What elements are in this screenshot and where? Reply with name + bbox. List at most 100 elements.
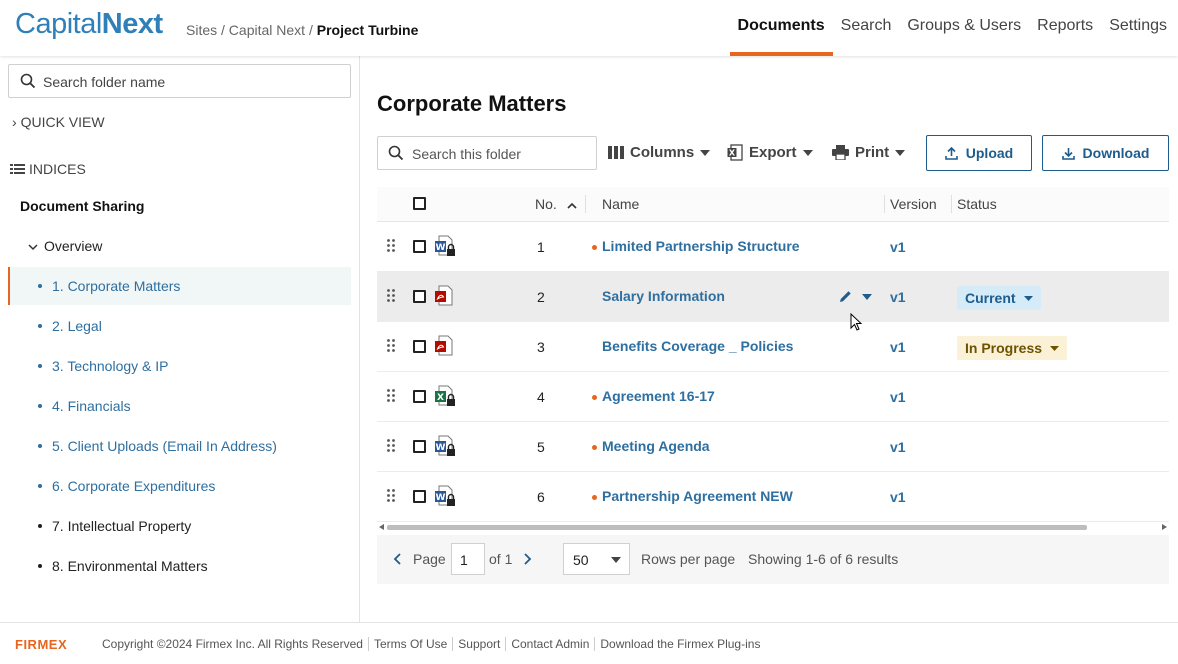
column-divider[interactable] bbox=[585, 195, 586, 213]
nav-groups-users[interactable]: Groups & Users bbox=[899, 0, 1029, 56]
status-dropdown[interactable]: In Progress bbox=[957, 336, 1068, 360]
nav-search[interactable]: Search bbox=[833, 0, 900, 56]
document-name-link[interactable]: Partnership Agreement NEW bbox=[602, 488, 793, 504]
version-link[interactable]: v1 bbox=[890, 239, 906, 255]
scroll-right-icon[interactable] bbox=[1162, 524, 1167, 530]
table-row[interactable]: W 1 Limited Partnership Structure v1 bbox=[377, 222, 1169, 272]
column-divider[interactable] bbox=[951, 195, 952, 213]
document-name-link[interactable]: Benefits Coverage _ Policies bbox=[602, 338, 793, 354]
list-icon bbox=[10, 164, 25, 174]
top-header: CapitalNext Sites / Capital Next / Proje… bbox=[0, 0, 1178, 56]
drag-handle-icon[interactable] bbox=[387, 489, 395, 502]
status-dropdown[interactable]: Current bbox=[957, 286, 1041, 310]
nav-settings[interactable]: Settings bbox=[1101, 0, 1178, 56]
drag-handle-icon[interactable] bbox=[387, 389, 395, 402]
capitalnext-logo[interactable]: CapitalNext bbox=[15, 8, 163, 41]
upload-button[interactable]: Upload bbox=[926, 135, 1032, 171]
folder-contents-search-input[interactable]: Search this folder bbox=[377, 136, 597, 170]
version-link[interactable]: v1 bbox=[890, 389, 906, 405]
column-header-status[interactable]: Status bbox=[957, 196, 997, 212]
document-name-link[interactable]: Meeting Agenda bbox=[602, 438, 710, 454]
overview-folder[interactable]: Overview bbox=[28, 238, 102, 254]
version-link[interactable]: v1 bbox=[890, 339, 906, 355]
row-checkbox[interactable] bbox=[413, 390, 426, 403]
breadcrumb-sites[interactable]: Sites bbox=[186, 22, 217, 38]
new-indicator-dot bbox=[592, 495, 597, 500]
nav-reports[interactable]: Reports bbox=[1029, 0, 1101, 56]
export-dropdown[interactable]: X Export bbox=[727, 144, 813, 161]
horizontal-scrollbar[interactable] bbox=[377, 522, 1169, 532]
quick-view-toggle[interactable]: › QUICK VIEW bbox=[12, 114, 105, 130]
svg-text:W: W bbox=[436, 493, 446, 503]
caret-down-icon bbox=[802, 149, 813, 156]
nav-documents[interactable]: Documents bbox=[729, 0, 833, 56]
sidebar-folder-intellectual-property[interactable]: 7. Intellectual Property bbox=[8, 507, 351, 545]
section-title[interactable]: Document Sharing bbox=[20, 198, 144, 214]
rows-per-page-select[interactable]: 50 bbox=[563, 543, 630, 575]
download-button[interactable]: Download bbox=[1042, 135, 1169, 171]
table-row[interactable]: X 4 Agreement 16-17 v1 bbox=[377, 372, 1169, 422]
page-number-input[interactable]: 1 bbox=[451, 543, 485, 575]
table-row[interactable]: 2 Salary Information v1 Current bbox=[377, 272, 1169, 322]
terms-of-use-link[interactable]: Terms Of Use bbox=[367, 637, 452, 651]
table-row[interactable]: 3 Benefits Coverage _ Policies v1 In Pro… bbox=[377, 322, 1169, 372]
drag-handle-icon[interactable] bbox=[387, 339, 395, 352]
scrollbar-thumb[interactable] bbox=[387, 525, 1087, 530]
version-link[interactable]: v1 bbox=[890, 489, 906, 505]
document-name-link[interactable]: Salary Information bbox=[602, 288, 725, 304]
print-dropdown[interactable]: Print bbox=[832, 144, 906, 161]
row-checkbox[interactable] bbox=[413, 240, 426, 253]
firmex-logo[interactable]: FIRMEX bbox=[15, 637, 67, 652]
column-header-version[interactable]: Version bbox=[890, 196, 937, 212]
page-count-label: of 1 bbox=[489, 551, 513, 567]
sidebar-folder-corporate-matters[interactable]: 1. Corporate Matters bbox=[8, 267, 351, 305]
sidebar-folder-financials[interactable]: 4. Financials bbox=[8, 387, 351, 425]
folder-search-input[interactable]: Search folder name bbox=[8, 64, 351, 98]
columns-icon bbox=[608, 146, 624, 159]
drag-handle-icon[interactable] bbox=[387, 439, 395, 452]
contact-admin-link[interactable]: Contact Admin bbox=[505, 637, 594, 651]
breadcrumb-site[interactable]: Capital Next bbox=[229, 22, 305, 38]
word-document-locked-icon: W bbox=[435, 235, 455, 256]
columns-dropdown[interactable]: Columns bbox=[608, 144, 711, 161]
drag-handle-icon[interactable] bbox=[387, 289, 395, 302]
search-icon bbox=[388, 145, 404, 161]
row-checkbox[interactable] bbox=[413, 490, 426, 503]
download-plugins-link[interactable]: Download the Firmex Plug-ins bbox=[594, 637, 765, 651]
select-all-checkbox[interactable] bbox=[413, 197, 426, 210]
folder-label: 5. Client Uploads (Email In Address) bbox=[52, 438, 277, 454]
version-link[interactable]: v1 bbox=[890, 439, 906, 455]
sidebar-folder-technology-ip[interactable]: 3. Technology & IP bbox=[8, 347, 351, 385]
row-checkbox[interactable] bbox=[413, 440, 426, 453]
table-row[interactable]: W 5 Meeting Agenda v1 bbox=[377, 422, 1169, 472]
document-name-link[interactable]: Agreement 16-17 bbox=[602, 388, 715, 404]
next-page-icon[interactable] bbox=[524, 553, 532, 565]
logo-text-capital: Capital bbox=[15, 8, 102, 40]
indices-toggle[interactable]: INDICES bbox=[10, 161, 86, 177]
row-checkbox[interactable] bbox=[413, 340, 426, 353]
table-row[interactable]: W 6 Partnership Agreement NEW v1 bbox=[377, 472, 1169, 522]
pencil-icon[interactable] bbox=[839, 290, 852, 303]
previous-page-icon[interactable] bbox=[393, 553, 401, 565]
drag-handle-icon[interactable] bbox=[387, 239, 395, 252]
sidebar-folder-corporate-expenditures[interactable]: 6. Corporate Expenditures bbox=[8, 467, 351, 505]
version-link[interactable]: v1 bbox=[890, 289, 906, 305]
column-header-no[interactable]: No. bbox=[535, 196, 577, 212]
column-header-name[interactable]: Name bbox=[602, 196, 639, 212]
support-link[interactable]: Support bbox=[452, 637, 505, 651]
pagination-bar: Page 1 of 1 50 Rows per page Showing 1-6… bbox=[377, 535, 1169, 584]
sidebar-folder-client-uploads[interactable]: 5. Client Uploads (Email In Address) bbox=[8, 427, 351, 465]
column-divider[interactable] bbox=[884, 195, 885, 213]
caret-down-icon[interactable] bbox=[862, 293, 872, 300]
row-checkbox[interactable] bbox=[413, 290, 426, 303]
main-content: Corporate Matters Search this folder Col… bbox=[360, 56, 1178, 622]
scroll-left-icon[interactable] bbox=[379, 524, 384, 530]
row-actions bbox=[839, 290, 872, 303]
column-header-no-label: No. bbox=[535, 196, 557, 212]
download-icon bbox=[1061, 147, 1075, 160]
document-name-link[interactable]: Limited Partnership Structure bbox=[602, 238, 800, 254]
sidebar-folder-environmental-matters[interactable]: 8. Environmental Matters bbox=[8, 547, 351, 585]
svg-text:X: X bbox=[729, 149, 736, 158]
sidebar-folder-legal[interactable]: 2. Legal bbox=[8, 307, 351, 345]
row-number: 6 bbox=[537, 489, 545, 505]
